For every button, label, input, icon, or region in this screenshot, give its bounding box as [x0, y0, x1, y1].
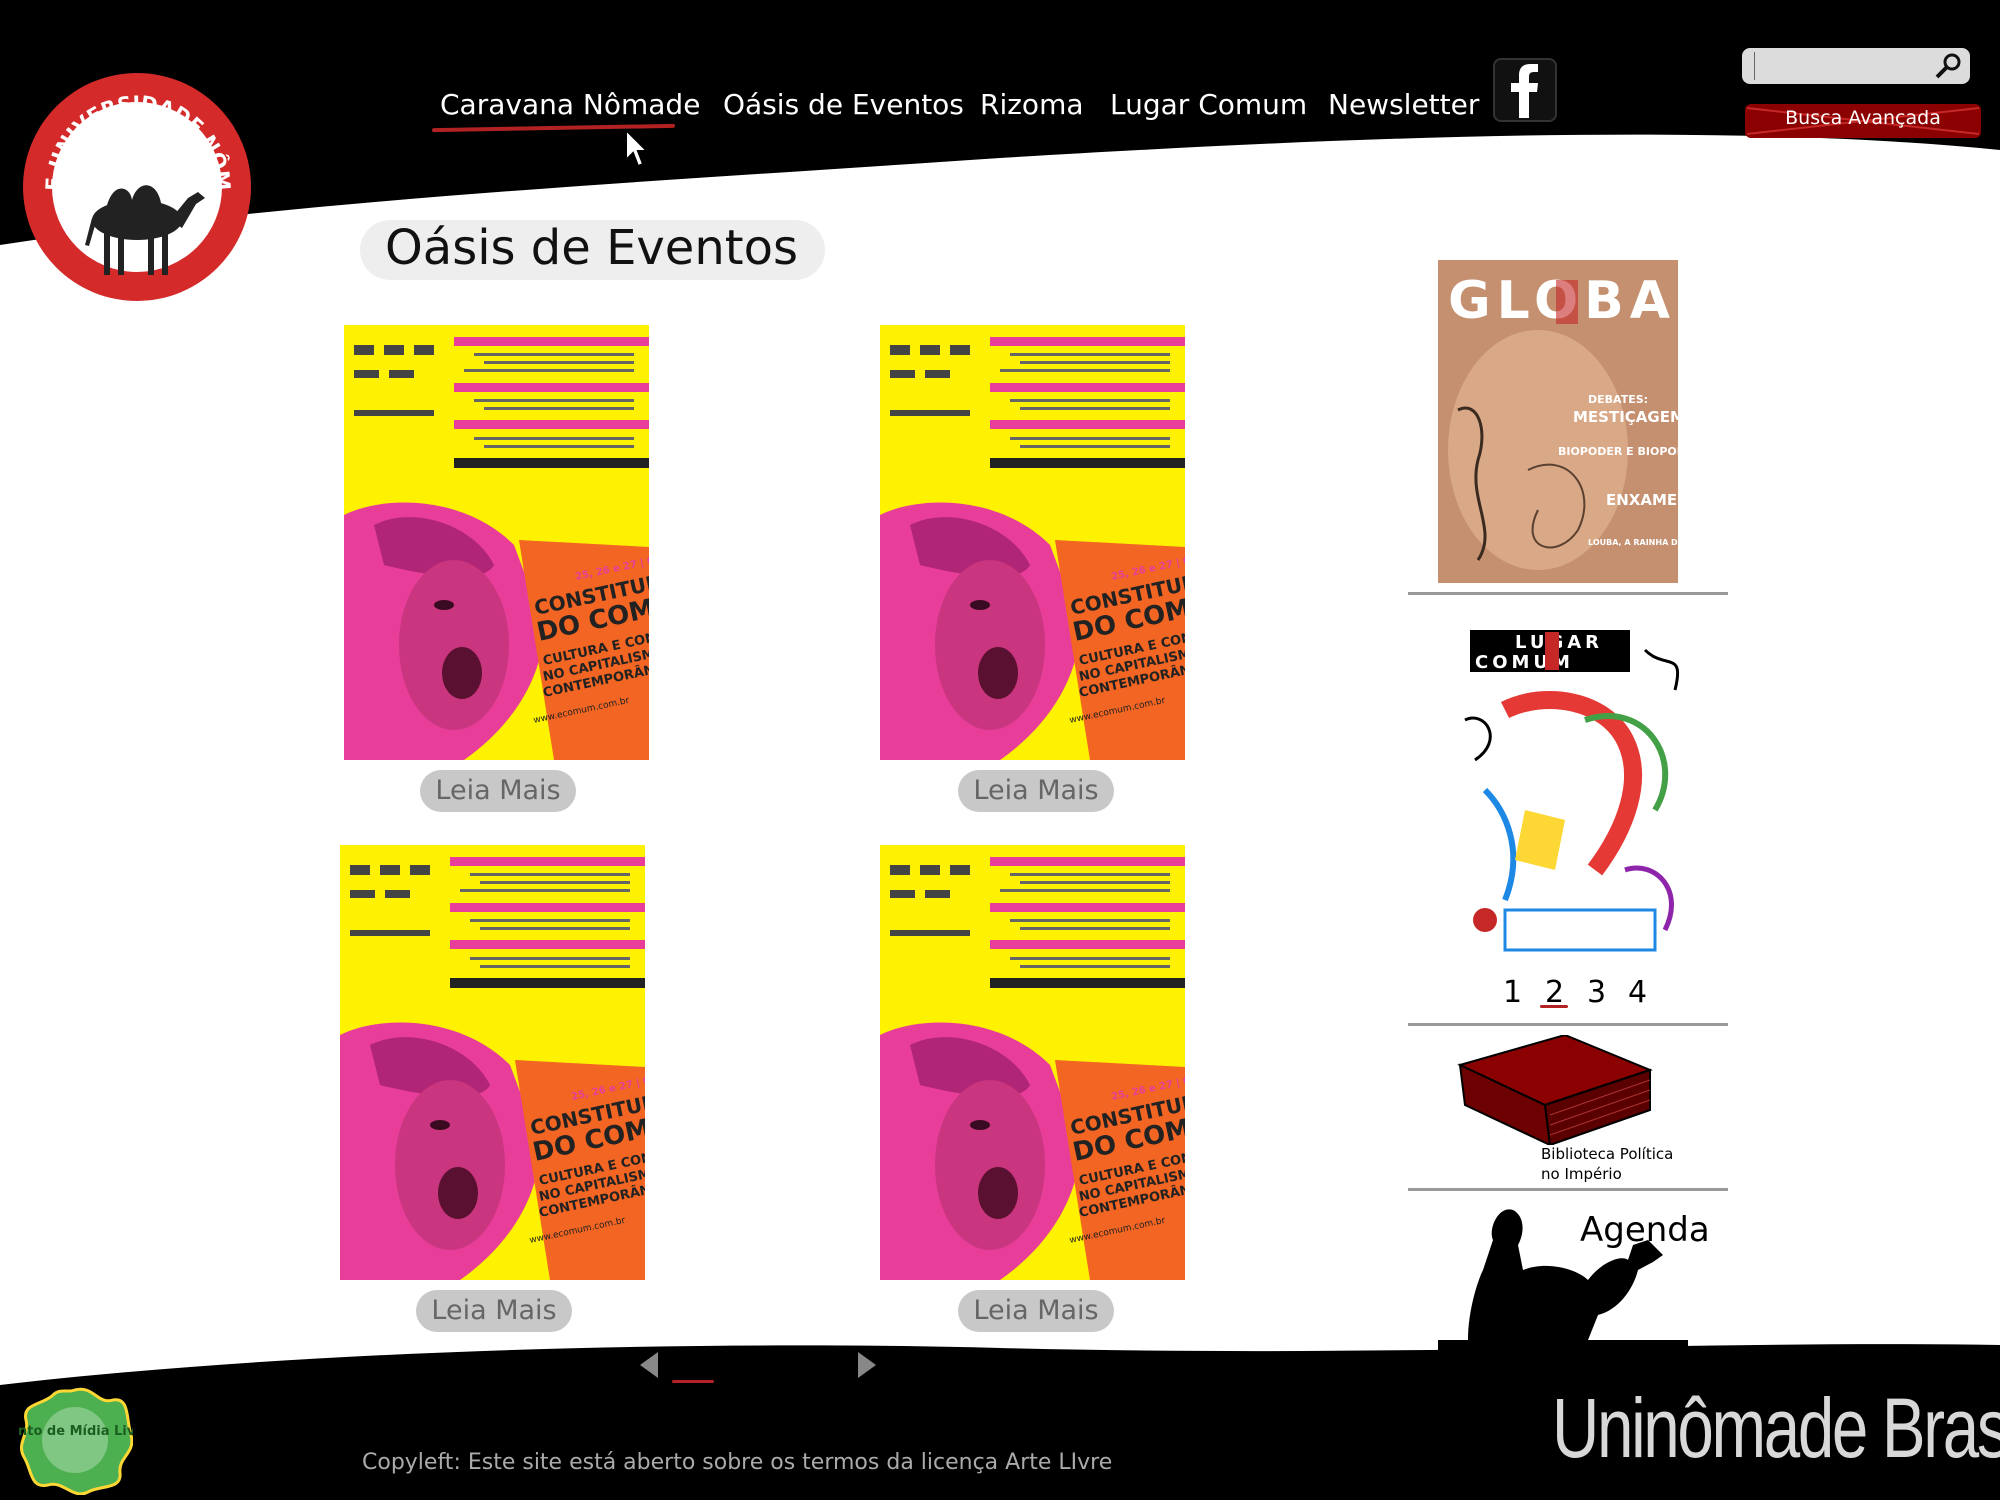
advanced-search-button[interactable]: Busca Avançada — [1745, 104, 1981, 138]
ponto-midia-livre-badge[interactable]: Ponto de Mídia Livre — [0, 1385, 151, 1496]
global-topic: BIOPODER E BIOPOLÍTICA — [1558, 445, 1678, 458]
sidebar-divider — [1408, 1188, 1728, 1191]
lugar-comum-title-2: COMUM — [1475, 652, 1574, 673]
pagination-page-1[interactable]: 1 — [684, 1343, 703, 1378]
agenda-label: Agenda — [1580, 1210, 1710, 1250]
cover-active-underline — [1540, 1005, 1568, 1008]
read-more-button[interactable]: Leia Mais — [958, 1290, 1114, 1332]
event-poster-2[interactable]: 25, 26 e 27 | 09 | 2007 CONSTITUIÇÃO DO … — [880, 325, 1244, 760]
advanced-search-label: Busca Avançada — [1785, 107, 1941, 129]
global-topic: MESTIÇAGEM — [1573, 408, 1678, 426]
sidebar-divider — [1408, 1023, 1728, 1026]
agenda-link[interactable]: Agenda — [1438, 1200, 1718, 1360]
nav-lugar-comum[interactable]: Lugar Comum — [1110, 88, 1307, 121]
pagination-page-4[interactable]: 4 — [818, 1343, 837, 1378]
badge-text: Ponto de Mídia Livre — [18, 1424, 133, 1439]
biblioteca-link[interactable]: Biblioteca Política no Império — [1455, 1033, 1705, 1185]
facebook-icon[interactable] — [1493, 58, 1557, 122]
search-box — [1742, 48, 1970, 84]
read-more-button[interactable]: Leia Mais — [958, 770, 1114, 812]
cover-page-3[interactable]: 3 — [1587, 975, 1606, 1010]
page-title: Oásis de Eventos — [385, 220, 798, 276]
cover-page-4[interactable]: 4 — [1628, 975, 1647, 1010]
pagination-active-underline — [672, 1380, 714, 1383]
read-more-button[interactable]: Leia Mais — [420, 770, 576, 812]
prev-page-arrow-icon[interactable] — [638, 1350, 660, 1380]
brand-name-1: Uninômade — [1552, 1381, 1868, 1475]
global-topic: LOUBA, A RAINHA DA LAPA — [1588, 538, 1678, 547]
pagination-page-3[interactable]: 3 — [772, 1343, 791, 1378]
brand-name-2: Brasil — [1881, 1381, 2000, 1475]
search-input[interactable] — [1754, 52, 1929, 80]
site-logo[interactable]: REDE UNIVERSIDADE NÔMADE — [12, 51, 255, 305]
biblioteca-label-2: no Império — [1541, 1165, 1622, 1183]
nav-newsletter[interactable]: Newsletter — [1328, 88, 1479, 121]
nav-caravana-nomade[interactable]: Caravana Nômade — [440, 88, 700, 121]
lugar-comum-cover[interactable]: LUGAR COMUM — [1445, 610, 1698, 965]
read-more-button[interactable]: Leia Mais — [416, 1290, 572, 1332]
global-magazine-cover[interactable]: GLOBAL DEBATES: MESTIÇAGEM BIOPODER E BI… — [1438, 260, 1717, 583]
pagination-page-2[interactable]: 2 — [728, 1343, 747, 1378]
copyleft-notice: Copyleft: Este site está aberto sobre os… — [362, 1450, 1113, 1475]
book-icon — [1457, 1033, 1653, 1147]
event-poster-4[interactable]: 25, 26 e 27 | 09 | 2007 CONSTITUIÇÃO DO … — [880, 845, 1244, 1280]
event-poster-3[interactable]: 25, 26 e 27 | 09 | 2007 CONSTITUIÇÃO DO … — [340, 845, 704, 1280]
global-topic: DEBATES: — [1588, 393, 1648, 406]
lugar-comum-title-1: LUGAR — [1515, 632, 1603, 653]
event-poster-1[interactable]: 25, 26 e 27 | 09 | 2007 CONSTITUIÇÃO DO … — [344, 325, 708, 760]
sidebar-divider — [1408, 592, 1728, 595]
search-icon[interactable] — [1934, 52, 1962, 80]
biblioteca-label-1: Biblioteca Política — [1541, 1145, 1674, 1163]
mouse-cursor-icon — [625, 128, 650, 168]
nav-oasis-de-eventos[interactable]: Oásis de Eventos — [723, 88, 964, 121]
next-page-arrow-icon[interactable] — [856, 1350, 878, 1380]
global-topic: ENXAME — [1606, 491, 1677, 509]
brand-name: Uninômade Brasil — [1552, 1380, 2000, 1477]
cover-page-1[interactable]: 1 — [1503, 975, 1522, 1010]
nav-rizoma[interactable]: Rizoma — [980, 88, 1084, 121]
